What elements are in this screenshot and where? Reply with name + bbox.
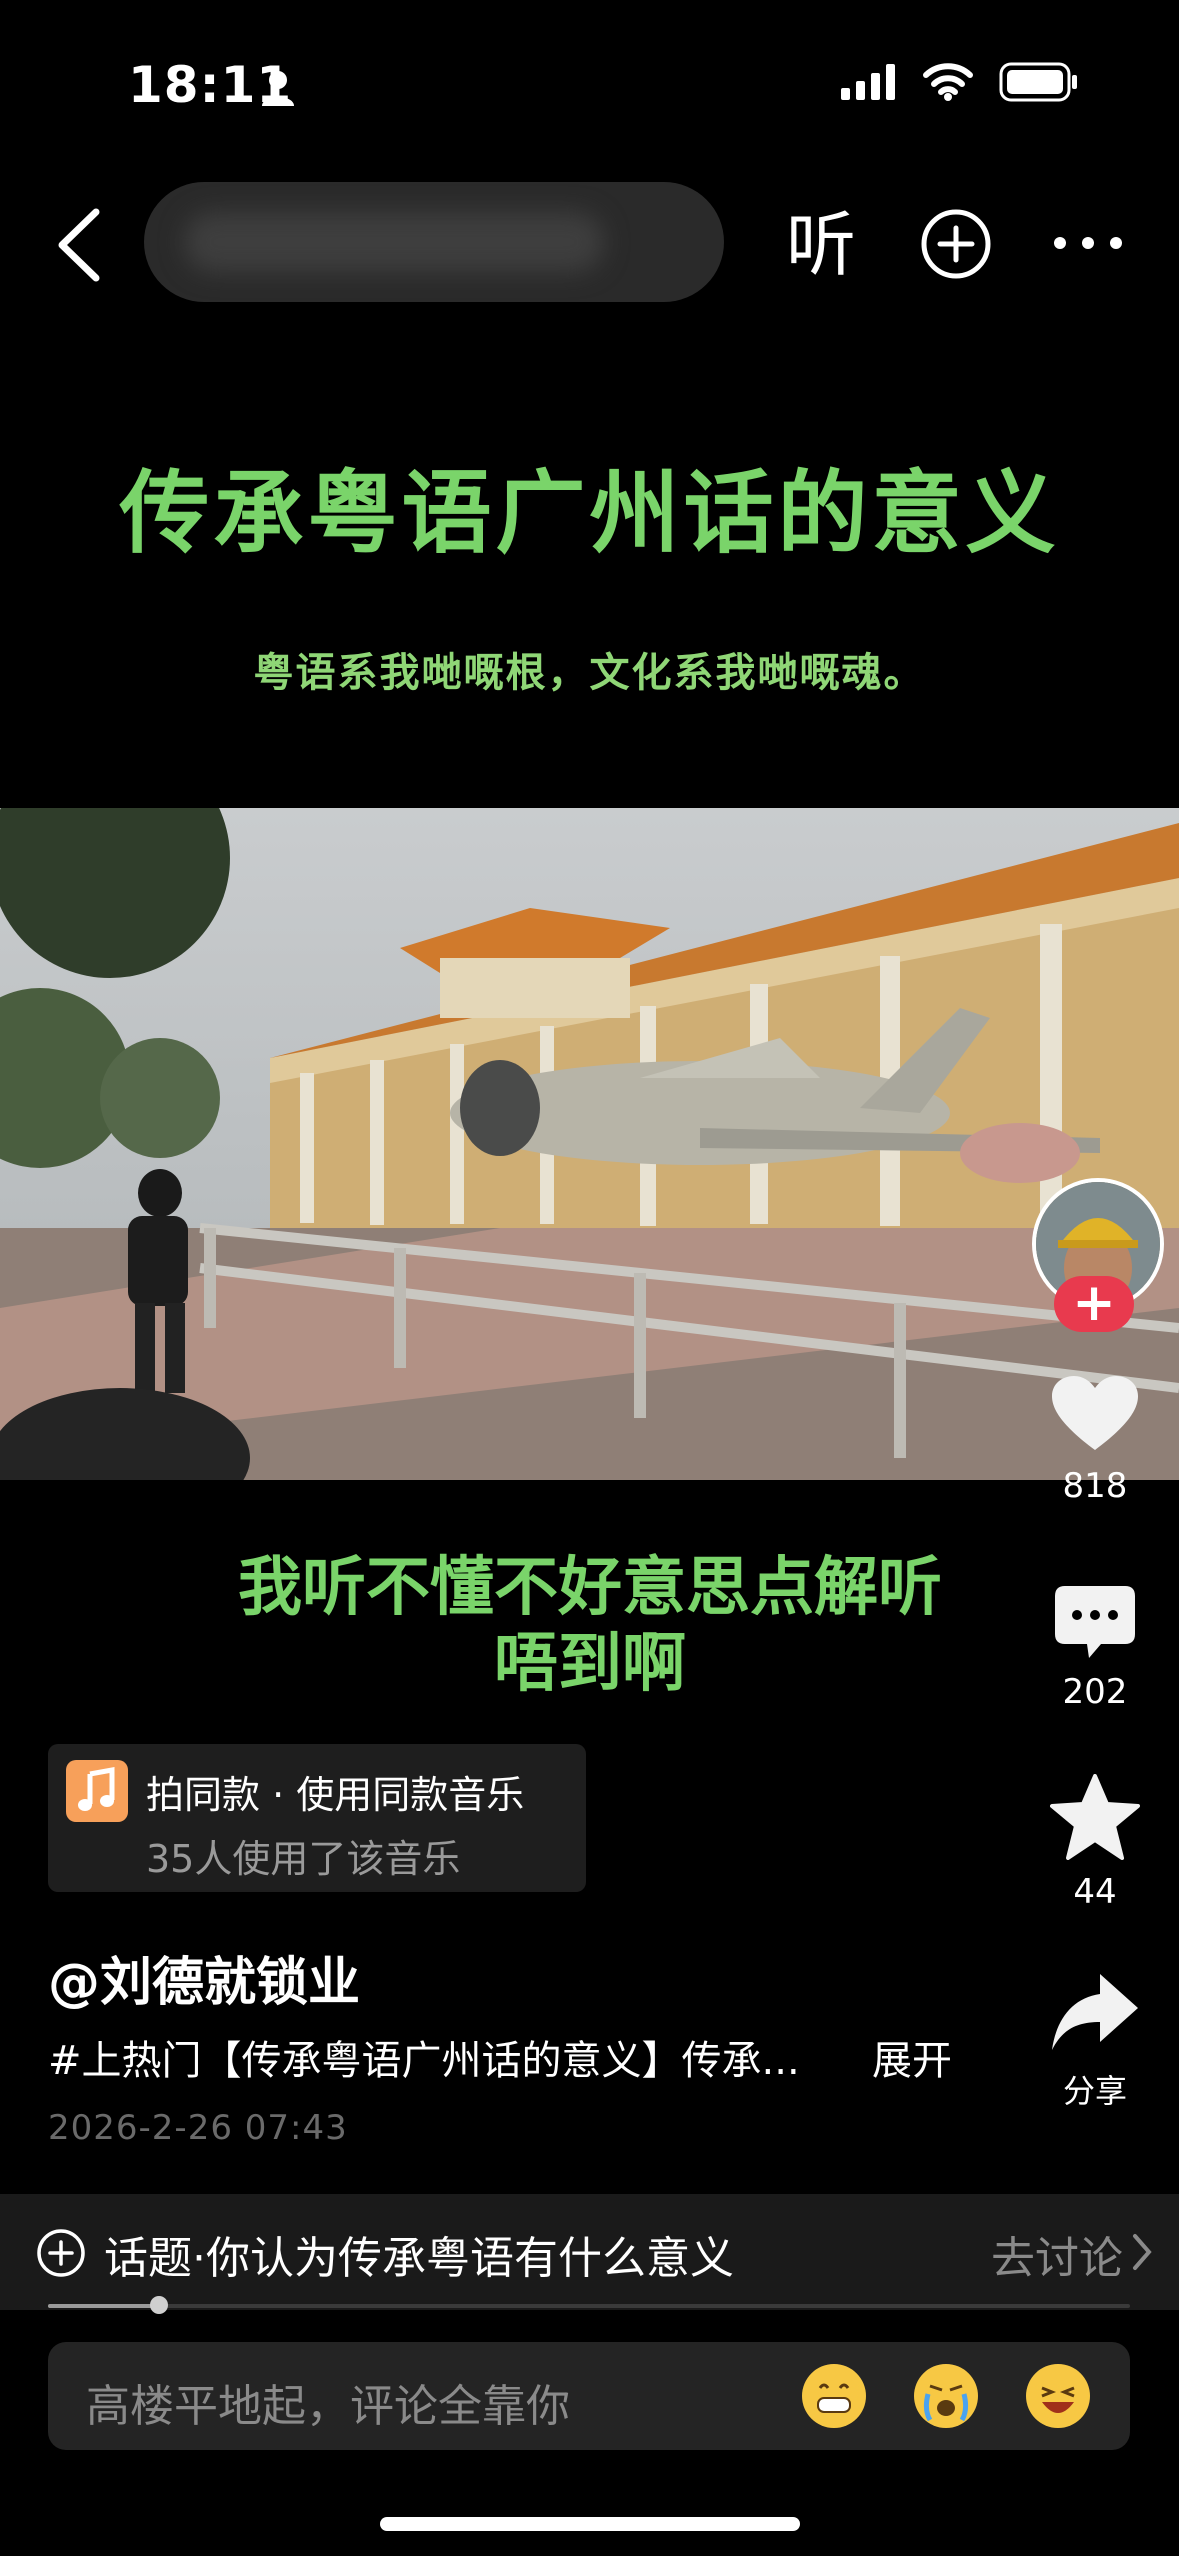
- video-caption: 我听不懂不好意思点解听 唔到啊: [150, 1550, 1030, 1702]
- discuss-button[interactable]: 去讨论: [991, 2222, 1123, 2286]
- video-progress-track[interactable]: [48, 2304, 1130, 2308]
- music-title: 拍同款 · 使用同款音乐: [146, 1773, 525, 1817]
- heart-icon: [1052, 1376, 1138, 1450]
- comment-action[interactable]: 202: [1040, 1584, 1150, 1712]
- topic-plus-icon: [37, 2229, 85, 2277]
- video-subtitle: 粤语系我哋嘅根，文化系我哋嘅魂。: [253, 649, 926, 696]
- back-button[interactable]: [44, 200, 114, 290]
- author-name[interactable]: @刘德就锁业: [48, 1940, 360, 2015]
- listen-button[interactable]: 听: [786, 200, 856, 290]
- music-card[interactable]: 拍同款 · 使用同款音乐 35人使用了该音乐: [48, 1744, 586, 1892]
- search-bar[interactable]: [144, 182, 724, 302]
- favorite-action[interactable]: 44: [1040, 1774, 1150, 1912]
- like-count: 818: [1062, 1466, 1128, 1506]
- like-action[interactable]: 818: [1040, 1374, 1150, 1506]
- signal-icon: [841, 64, 895, 100]
- chevron-right-icon: [1133, 2234, 1152, 2270]
- favorite-count: 44: [1073, 1872, 1117, 1912]
- video-scene-image: [0, 808, 1179, 1480]
- comment-input[interactable]: 高楼平地起，评论全靠你: [48, 2342, 1130, 2450]
- caption-line-2: 唔到啊: [494, 1627, 686, 1701]
- video-progress-fill: [48, 2304, 160, 2308]
- person-icon: [262, 71, 294, 106]
- video-progress-handle[interactable]: [150, 2296, 169, 2314]
- grin-emoji-icon[interactable]: [802, 2364, 866, 2428]
- expand-link[interactable]: 展开: [872, 2028, 952, 2086]
- share-action[interactable]: 分享: [1040, 1970, 1150, 2112]
- follow-button[interactable]: +: [1054, 1276, 1134, 1332]
- comment-icon: [1055, 1586, 1135, 1658]
- post-date: 2026-2-26 07:43: [48, 2108, 348, 2148]
- music-usage: 35人使用了该音乐: [146, 1837, 461, 1881]
- video-title: 传承粤语广州话的意义: [119, 460, 1060, 566]
- wifi-icon: [923, 63, 973, 101]
- share-icon: [1052, 1974, 1138, 2050]
- share-label: 分享: [1062, 2072, 1127, 2110]
- topic-text: 话题·你认为传承粤语有什么意义: [104, 2233, 734, 2284]
- star-icon: [1050, 1774, 1140, 1860]
- battery-icon: [999, 62, 1077, 102]
- caption-line-1: 我听不懂不好意思点解听: [238, 1551, 942, 1625]
- cry-emoji-icon[interactable]: [914, 2364, 978, 2428]
- blurred-search-text: [184, 212, 604, 272]
- more-icon[interactable]: [1048, 218, 1128, 268]
- comment-count: 202: [1062, 1672, 1128, 1712]
- status-icons: [841, 62, 1079, 102]
- laugh-emoji-icon[interactable]: [1026, 2364, 1090, 2428]
- video-frame[interactable]: [0, 808, 1179, 1480]
- music-note-icon: [66, 1760, 128, 1822]
- post-description[interactable]: #上热门【传承粤语广州话的意义】传承...: [48, 2028, 800, 2086]
- home-indicator[interactable]: [380, 2517, 800, 2531]
- topic-bar[interactable]: 话题·你认为传承粤语有什么意义 去讨论: [0, 2194, 1179, 2310]
- comment-placeholder: 高楼平地起，评论全靠你: [86, 2381, 570, 2432]
- add-circle-icon[interactable]: [920, 208, 992, 280]
